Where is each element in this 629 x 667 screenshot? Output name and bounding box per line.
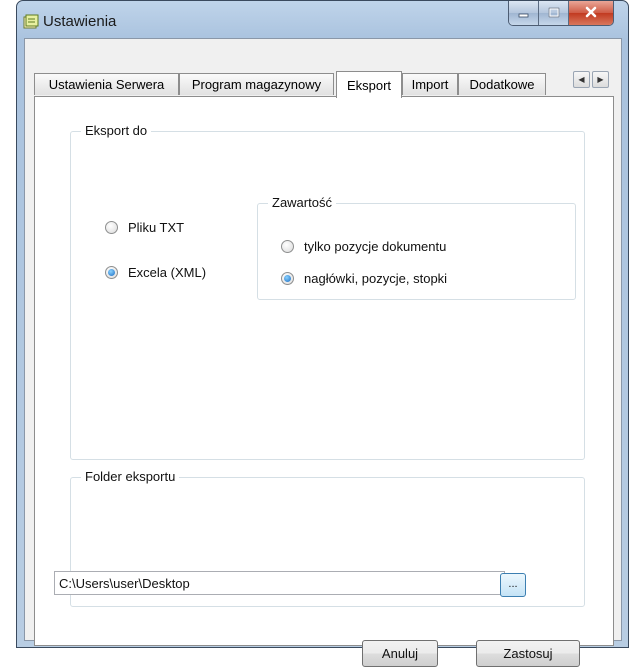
tab-dodatkowe[interactable]: Dodatkowe: [458, 73, 546, 95]
radio-tylko-pozycje[interactable]: tylko pozycje dokumentu: [281, 239, 446, 254]
radio-checked-icon: [281, 272, 294, 285]
title-bar[interactable]: Ustawienia: [17, 1, 628, 37]
tab-scroll-buttons: ◀ ▶: [573, 71, 611, 88]
tab-program-magazynowy[interactable]: Program magazynowy: [179, 73, 334, 95]
settings-window: Ustawienia Ustawienia Serwera Program ma…: [16, 0, 629, 667]
scroll-left-icon[interactable]: ◀: [573, 71, 590, 88]
maximize-icon: [548, 6, 560, 21]
window-controls: [508, 1, 614, 26]
close-icon: [584, 6, 598, 21]
radio-excela-xml[interactable]: Excela (XML): [105, 265, 206, 280]
dialog-client-area: Ustawienia Serwera Program magazynowy Ek…: [24, 38, 622, 667]
export-to-group-label: Eksport do: [81, 123, 152, 139]
radio-pliku-txt[interactable]: Pliku TXT: [105, 220, 184, 235]
scroll-right-icon[interactable]: ▶: [592, 71, 609, 88]
browse-folder-button[interactable]: ...: [500, 573, 526, 597]
export-folder-group-label: Folder eksportu: [81, 469, 180, 485]
radio-naglowki-pozycje-stopki[interactable]: nagłówki, pozycje, stopki: [281, 271, 447, 286]
window-title: Ustawienia: [43, 13, 117, 30]
apply-button[interactable]: Zastosuj: [476, 640, 580, 667]
tab-import[interactable]: Import: [402, 73, 458, 95]
radio-label: Pliku TXT: [128, 220, 185, 235]
content-group-label: Zawartość: [268, 195, 336, 211]
radio-label: Excela (XML): [128, 265, 207, 280]
settings-app-icon: [23, 14, 39, 30]
minimize-button[interactable]: [509, 1, 539, 25]
radio-label: nagłówki, pozycje, stopki: [304, 271, 448, 286]
radio-label: tylko pozycje dokumentu: [304, 239, 447, 254]
minimize-icon: [518, 6, 530, 21]
tab-ustawienia-serwera[interactable]: Ustawienia Serwera: [34, 73, 179, 95]
radio-checked-icon: [105, 266, 118, 279]
cancel-button[interactable]: Anuluj: [362, 640, 438, 667]
radio-unchecked-icon: [281, 240, 294, 253]
radio-unchecked-icon: [105, 221, 118, 234]
close-button[interactable]: [569, 1, 613, 25]
maximize-button[interactable]: [539, 1, 569, 25]
content-group: Zawartość tylko pozycje dokumentu nagłów…: [257, 195, 576, 300]
tab-eksport[interactable]: Eksport: [336, 71, 402, 98]
export-folder-path-input[interactable]: [54, 571, 505, 595]
export-to-group: Eksport do Pliku TXT Excela (XML) Zawart…: [70, 123, 585, 460]
tab-page-eksport: Eksport do Pliku TXT Excela (XML) Zawart…: [34, 96, 614, 667]
